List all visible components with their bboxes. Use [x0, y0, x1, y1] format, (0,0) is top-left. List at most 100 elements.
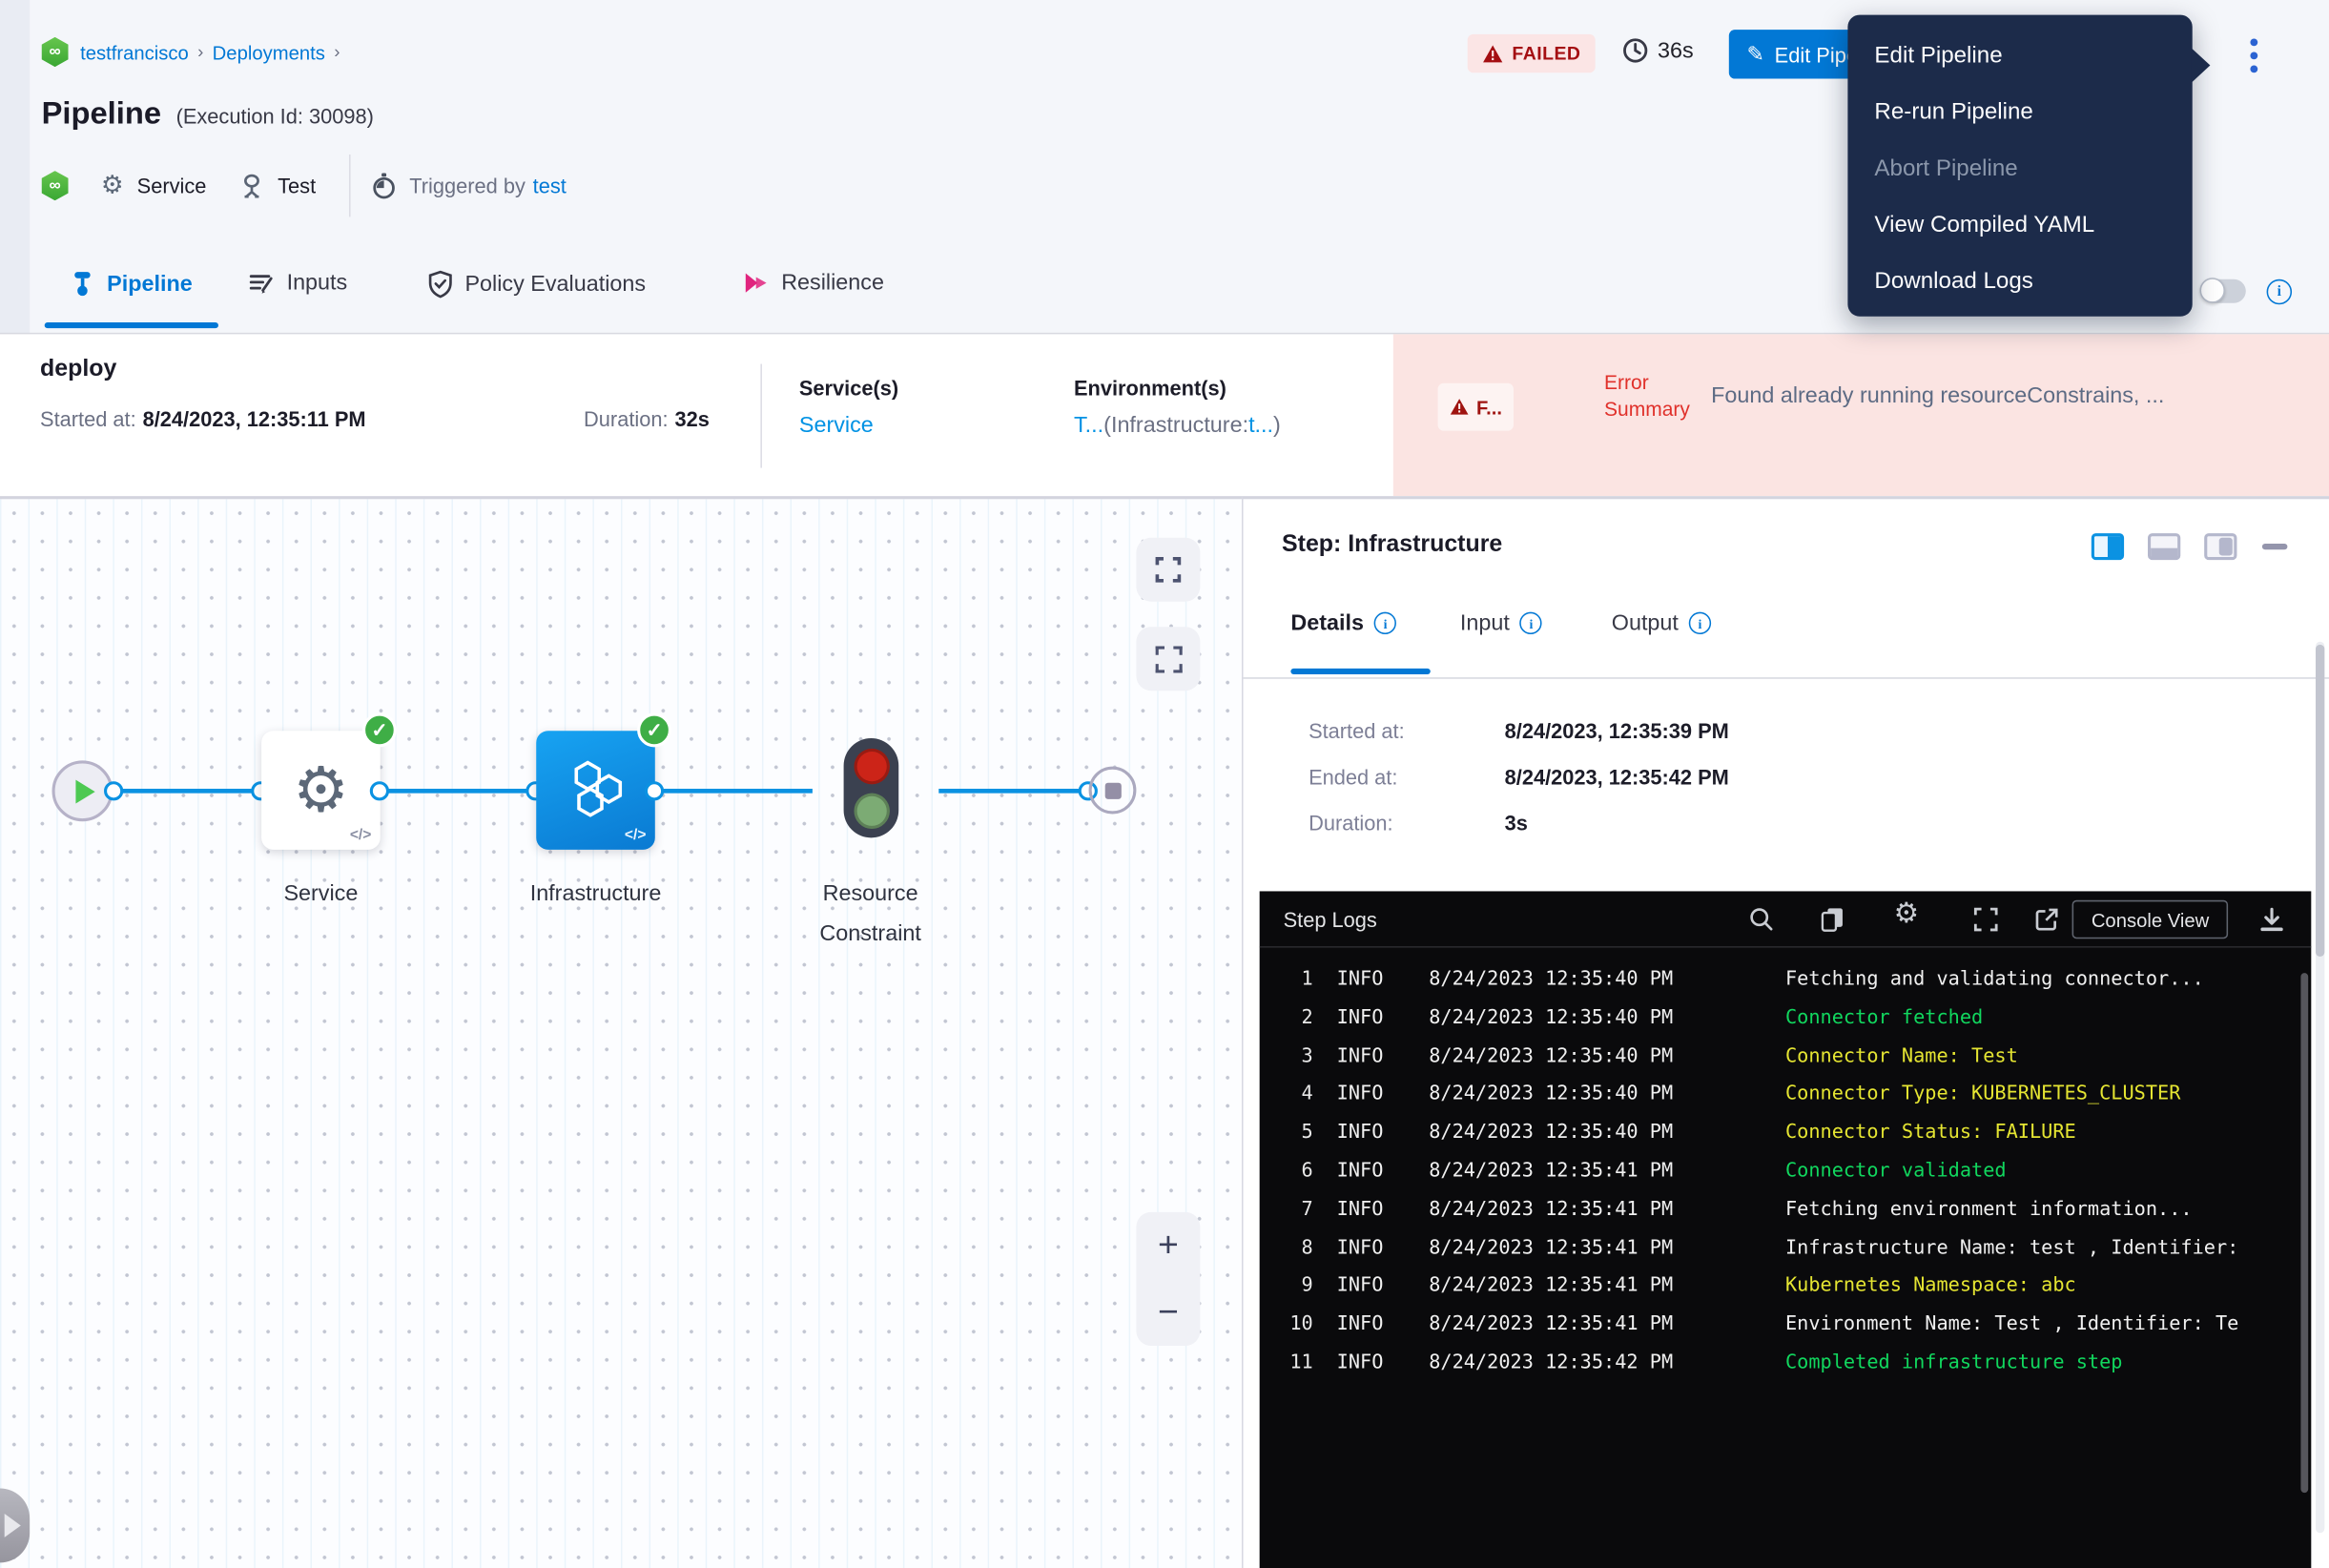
pipeline-canvas[interactable]: ⚙ </> ✓ Service </> ✓ Infrastructure Res… [0, 496, 1242, 1568]
log-line: 10INFO8/24/2023 12:35:41 PMEnvironment N… [1260, 1306, 2299, 1344]
environment-name[interactable]: T... [1074, 413, 1103, 438]
expand-logs-icon[interactable] [1972, 906, 1999, 933]
edge-start-service [114, 789, 261, 794]
menu-item-download-logs[interactable]: Download Logs [1847, 254, 2192, 310]
zoom-in-button[interactable]: + [1158, 1225, 1179, 1267]
detail-row: Ended at: 8/24/2023, 12:35:42 PM [1309, 765, 2051, 811]
kebab-menu-button[interactable] [2247, 32, 2258, 78]
clock-icon [1622, 37, 1649, 64]
log-lines[interactable]: 1INFO8/24/2023 12:35:40 PMFetching and v… [1260, 961, 2299, 1383]
harness-logo-icon: ∞ [42, 37, 69, 67]
menu-item-view-compiled-yaml[interactable]: View Compiled YAML [1847, 197, 2192, 254]
elapsed-time: 36s [1622, 37, 1694, 64]
console-view-button[interactable]: Console View [2072, 900, 2229, 939]
log-line: 1INFO8/24/2023 12:35:40 PMFetching and v… [1260, 961, 2299, 1000]
tab-details-label: Details [1290, 610, 1364, 635]
breadcrumb-deployments[interactable]: Deployments [213, 41, 325, 63]
info-icon[interactable]: i [1374, 612, 1396, 634]
canvas-fullscreen-button[interactable] [1136, 538, 1200, 602]
stage-summary-bar: deploy Started at: 8/24/2023, 12:35:11 P… [0, 334, 2329, 496]
canvas-zoom-controls: + − [1136, 1212, 1200, 1346]
services-label: Service(s) [799, 376, 898, 400]
info-icon[interactable]: i [1689, 612, 1711, 634]
open-external-icon[interactable] [2033, 906, 2060, 933]
harness-cd-icon: ∞ [42, 171, 69, 200]
pipeline-meta-row: ∞ ⚙ Service Test Triggered by test [42, 165, 567, 207]
info-icon[interactable]: i [2267, 279, 2292, 304]
node-resource-constraint-label: Resource Constraint [781, 874, 959, 954]
panel-scrollbar-thumb[interactable] [2316, 645, 2324, 957]
nav-expand-handle[interactable] [0, 1489, 30, 1563]
pipeline-tab-icon [70, 270, 94, 297]
status-badge-label: FAILED [1512, 43, 1580, 64]
step-logs-title: Step Logs [1284, 907, 1377, 931]
menu-item-edit-pipeline[interactable]: Edit Pipeline [1847, 29, 2192, 85]
menu-item-rerun-pipeline[interactable]: Re-run Pipeline [1847, 85, 2192, 141]
service-link[interactable]: Service [799, 413, 874, 438]
step-panel-title: Step: Infrastructure [1282, 532, 1502, 559]
log-line: 7INFO8/24/2023 12:35:41 PMFetching envir… [1260, 1191, 2299, 1229]
tab-pipeline[interactable]: Pipeline [70, 270, 193, 297]
stop-icon [1104, 782, 1121, 798]
triggered-by-user[interactable]: test [533, 174, 567, 197]
warning-triangle-icon [1482, 44, 1503, 63]
log-line: 4INFO8/24/2023 12:35:40 PMConnector Type… [1260, 1076, 2299, 1114]
started-at-value: 8/24/2023, 12:35:11 PM [143, 407, 366, 431]
menu-item-abort-pipeline: Abort Pipeline [1847, 141, 2192, 197]
infra-success-badge: ✓ [637, 713, 671, 748]
environment-infra-name[interactable]: t... [1248, 413, 1273, 438]
breadcrumb-chevron-icon: › [189, 42, 213, 63]
node-service[interactable]: ⚙ </> [261, 731, 381, 850]
tab-input[interactable]: Input i [1460, 610, 1542, 635]
canvas-select-button[interactable] [1136, 627, 1200, 691]
elapsed-time-value: 36s [1658, 38, 1694, 63]
node-resource-constraint[interactable] [844, 738, 899, 837]
tab-inputs[interactable]: Inputs [248, 270, 347, 295]
info-icon[interactable]: i [1520, 612, 1542, 634]
log-line: 5INFO8/24/2023 12:35:40 PMConnector Stat… [1260, 1114, 2299, 1152]
view-toggle[interactable] [2201, 279, 2246, 303]
port-infra-out[interactable] [645, 781, 664, 800]
layout-split-horizontal-button[interactable] [2148, 533, 2180, 560]
layout-split-vertical-button[interactable] [2092, 533, 2124, 560]
tab-policy-evaluations[interactable]: Policy Evaluations [428, 270, 647, 299]
breadcrumb-project[interactable]: testfrancisco [80, 41, 189, 63]
port-service-out[interactable] [370, 781, 389, 800]
duration-value: 32s [674, 407, 709, 431]
node-infrastructure[interactable]: </> [536, 731, 655, 850]
tab-output[interactable]: Output i [1612, 610, 1711, 635]
breadcrumb-chevron-icon: › [325, 42, 349, 63]
end-node[interactable] [1089, 767, 1137, 815]
environment-icon [239, 173, 264, 197]
detail-row: Duration: 3s [1309, 811, 2051, 856]
error-summary-label: Error Summary [1604, 370, 1690, 423]
log-line: 8INFO8/24/2023 12:35:41 PMInfrastructure… [1260, 1229, 2299, 1268]
triggered-by-label: Triggered by [409, 174, 526, 197]
inputs-tab-icon [248, 270, 275, 295]
log-line: 9INFO8/24/2023 12:35:41 PMKubernetes Nam… [1260, 1268, 2299, 1306]
marquee-icon [1155, 646, 1182, 672]
stage-name[interactable]: deploy [40, 357, 116, 383]
search-icon[interactable] [1748, 906, 1775, 933]
log-settings-gear-icon[interactable]: ⚙ [1894, 900, 1920, 929]
tab-resilience[interactable]: Resilience [743, 270, 884, 295]
log-scrollbar-thumb[interactable] [2300, 973, 2308, 1493]
download-logs-icon[interactable] [2257, 906, 2286, 935]
tab-resilience-label: Resilience [781, 270, 884, 295]
error-summary-message[interactable]: Found already running resourceConstrains… [1711, 383, 2164, 408]
layout-floating-button[interactable] [2204, 533, 2236, 560]
tab-inputs-label: Inputs [287, 270, 348, 295]
code-tag: </> [350, 827, 372, 843]
zoom-out-button[interactable]: − [1158, 1291, 1179, 1333]
copy-icon[interactable] [1820, 906, 1846, 933]
environment-value[interactable]: T...(Infrastructure:t...) [1074, 413, 1281, 440]
port-start-out[interactable] [104, 781, 123, 800]
detail-label: Duration: [1309, 811, 1505, 856]
tab-details[interactable]: Details i [1290, 610, 1396, 635]
log-line: 6INFO8/24/2023 12:35:41 PMConnector vali… [1260, 1153, 2299, 1191]
shield-check-icon [428, 270, 453, 299]
traffic-light-green [854, 794, 889, 829]
minimize-panel-button[interactable] [2262, 544, 2287, 549]
started-at-label: Started at: [40, 407, 136, 431]
detail-value: 8/24/2023, 12:35:42 PM [1505, 765, 1729, 811]
